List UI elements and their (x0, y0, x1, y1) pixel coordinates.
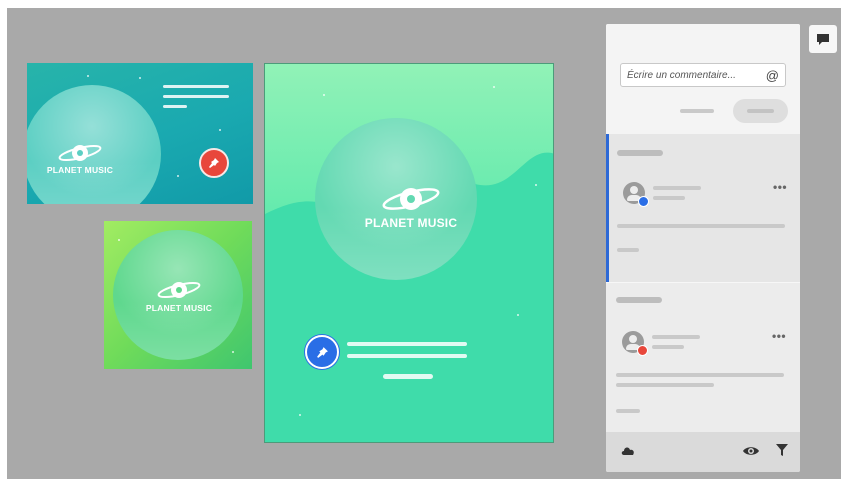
comment-pin-blue[interactable] (305, 335, 339, 369)
comment-pin-red[interactable] (199, 148, 229, 178)
brand-text: PLANET MUSIC (46, 165, 114, 175)
mention-icon[interactable]: @ (766, 68, 779, 83)
planet-logo-icon (58, 144, 102, 162)
artboard-banner[interactable]: PLANET MUSIC (27, 63, 253, 204)
panel-header: Écrire un commentaire... @ (606, 24, 800, 134)
text-placeholder-line (347, 354, 467, 358)
panel-footer (606, 432, 800, 472)
comment-thread[interactable]: ••• (606, 282, 800, 432)
brand-logo: PLANET MUSIC (134, 277, 224, 313)
cloud-icon[interactable] (620, 444, 636, 459)
more-options-icon[interactable]: ••• (773, 180, 787, 194)
planet-logo-icon (382, 188, 440, 210)
brand-text: PLANET MUSIC (364, 216, 458, 230)
cancel-button[interactable] (680, 109, 714, 113)
pin-icon (209, 158, 219, 168)
comments-toggle-button[interactable] (809, 25, 837, 53)
post-button[interactable] (733, 99, 788, 123)
comment-input[interactable]: Écrire un commentaire... @ (620, 63, 786, 87)
status-badge (637, 345, 648, 356)
text-placeholder-line (163, 95, 229, 98)
comment-icon (817, 33, 829, 45)
text-placeholder-line (383, 374, 433, 379)
comment-input-placeholder: Écrire un commentaire... (627, 70, 736, 81)
text-placeholder-line (163, 85, 229, 88)
artboard-square[interactable]: PLANET MUSIC (104, 221, 252, 369)
more-options-icon[interactable]: ••• (772, 329, 786, 343)
planet-logo-icon (157, 281, 201, 299)
artboard-poster[interactable]: PLANET MUSIC (264, 63, 554, 443)
brand-logo: PLANET MUSIC (351, 182, 471, 230)
comment-thread[interactable]: ••• (606, 134, 800, 282)
pin-icon (316, 346, 328, 358)
design-canvas[interactable]: PLANET MUSIC PLANET MUSIC PLANET MUSIC É… (7, 8, 841, 479)
status-badge (638, 196, 649, 207)
brand-text: PLANET MUSIC (145, 303, 213, 313)
text-placeholder-line (163, 105, 187, 108)
comments-panel: Écrire un commentaire... @ ••• ••• (606, 24, 800, 472)
visibility-icon[interactable] (742, 444, 760, 461)
filter-icon[interactable] (776, 444, 788, 459)
text-placeholder-line (347, 342, 467, 346)
brand-logo: PLANET MUSIC (35, 141, 125, 175)
